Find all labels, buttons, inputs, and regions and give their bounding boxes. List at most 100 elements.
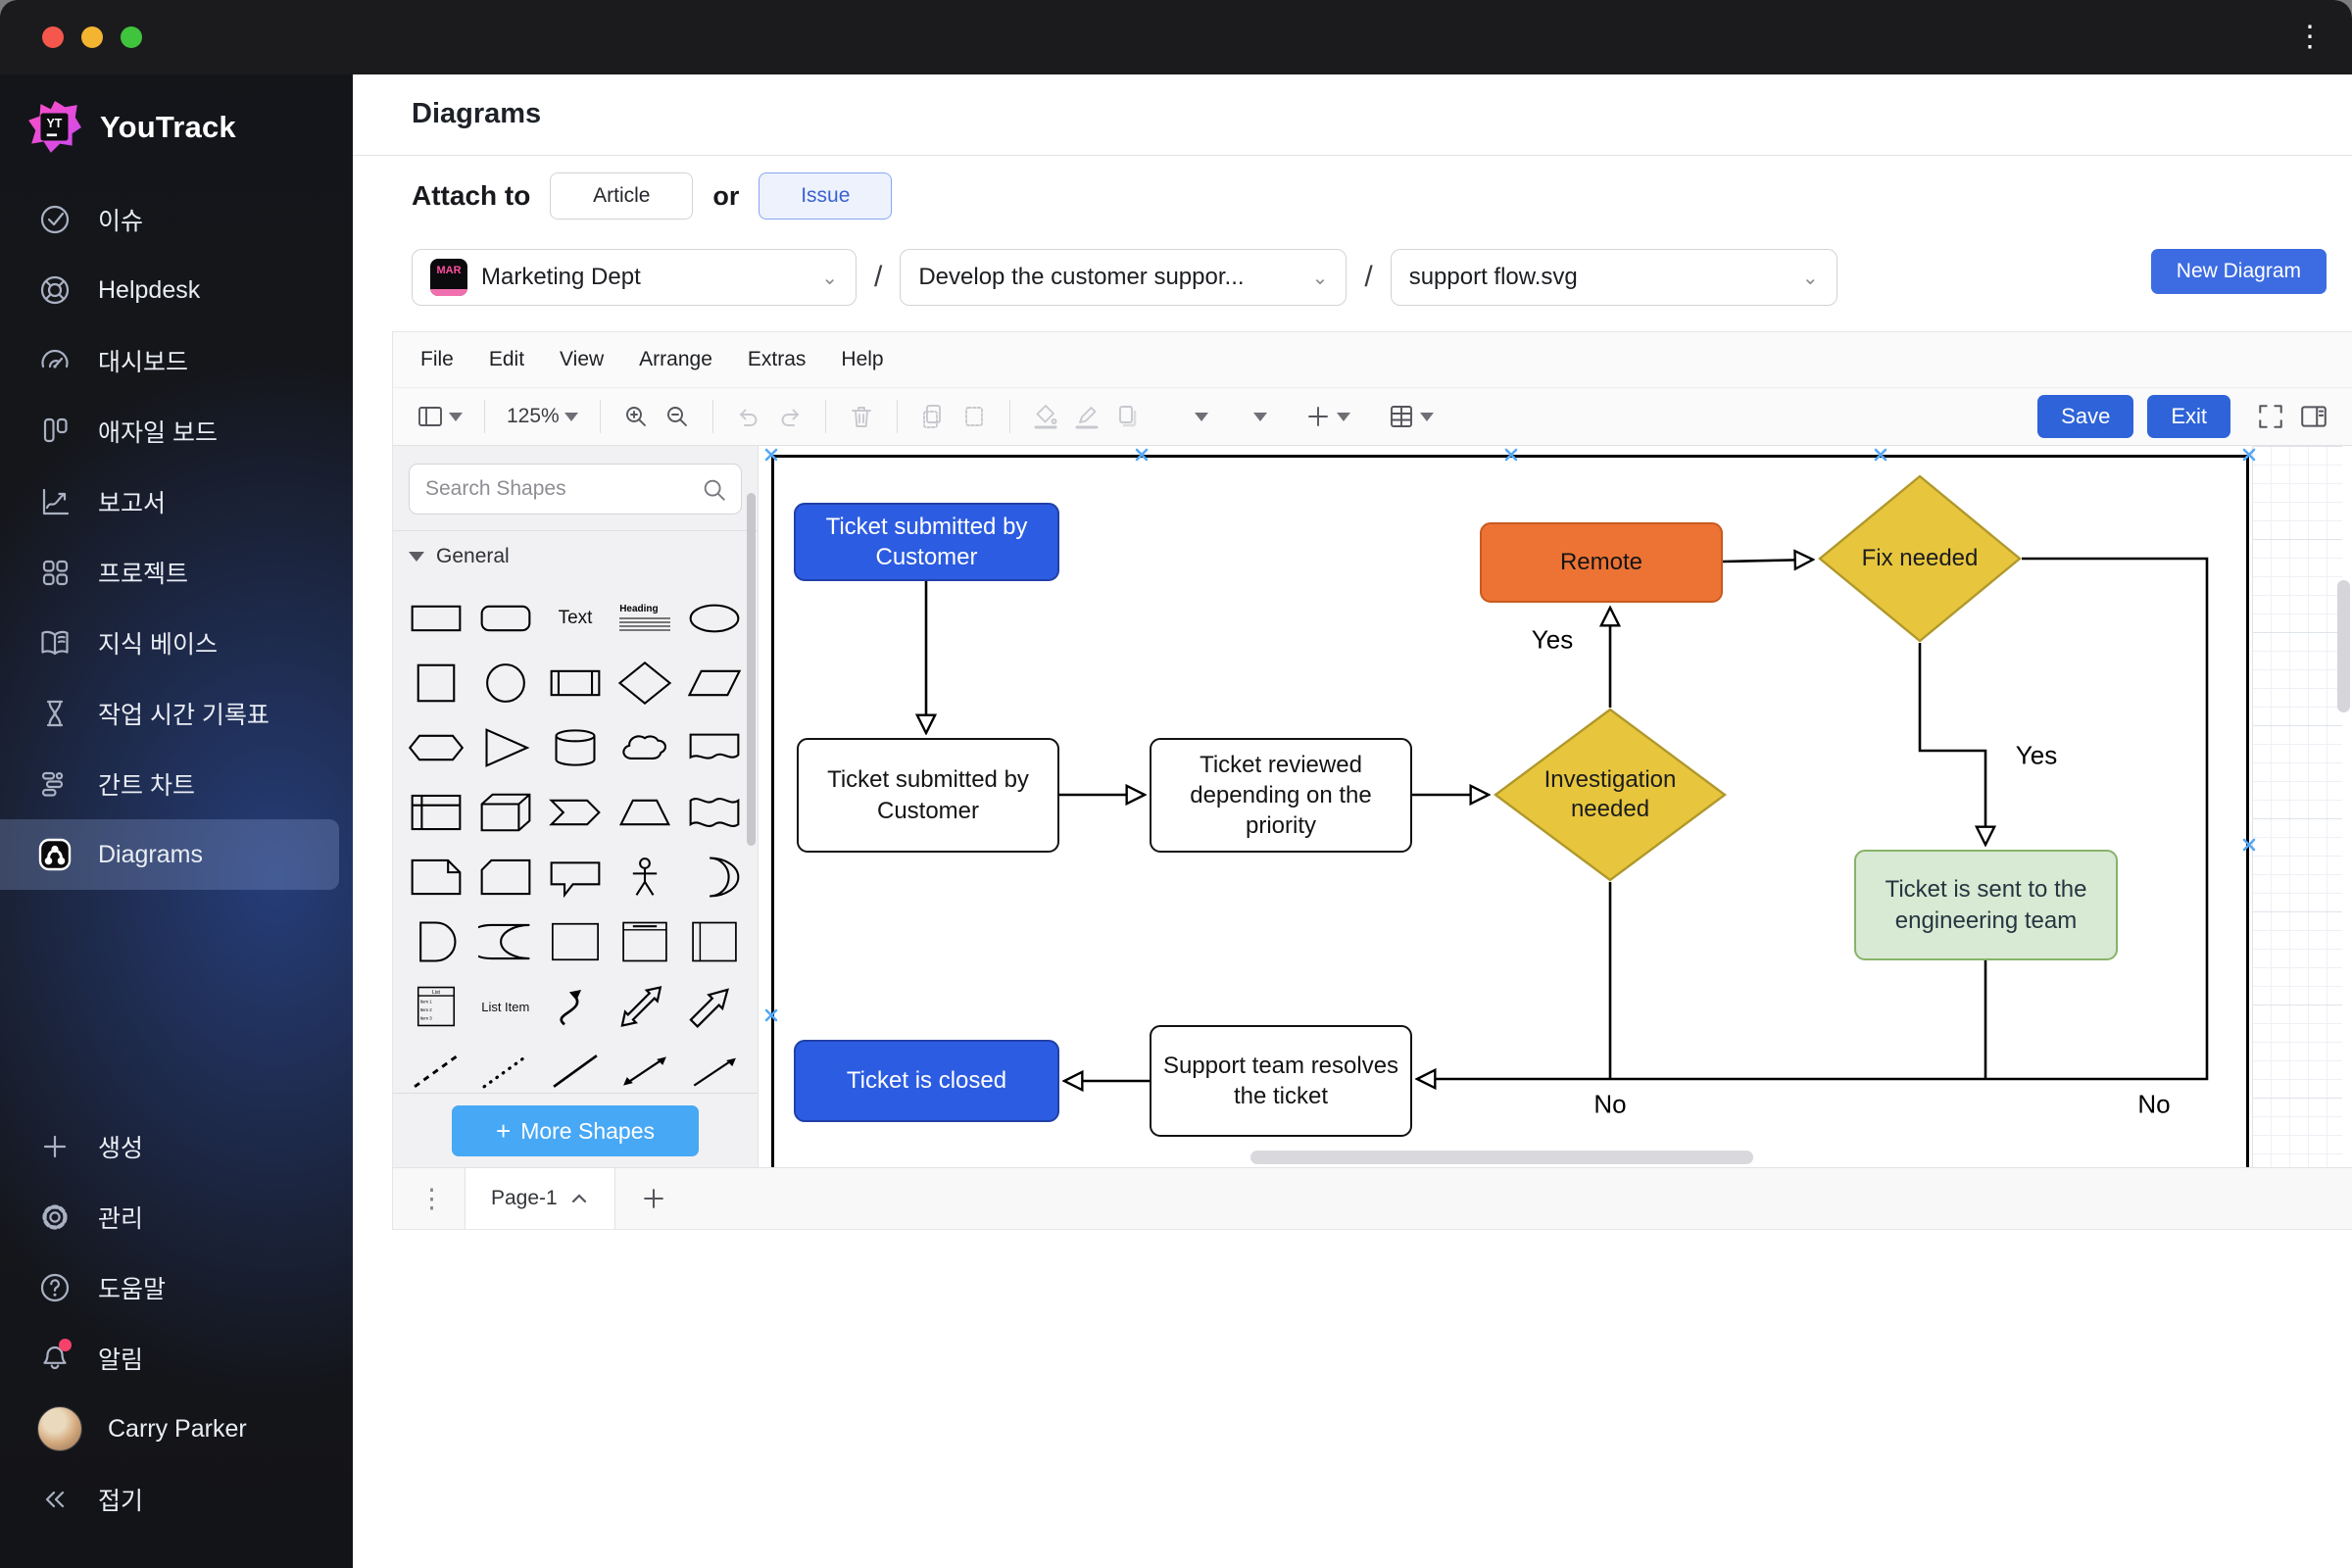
sidebar-item-gantt[interactable]: 간트 차트: [0, 749, 339, 819]
sidebar-item-collapse[interactable]: 접기: [0, 1464, 339, 1535]
delete-button[interactable]: [848, 403, 875, 430]
flowchart-node-closed[interactable]: Ticket is closed: [794, 1040, 1059, 1122]
zoom-out-button[interactable]: [663, 403, 691, 430]
shape-card[interactable]: [470, 845, 540, 909]
flowchart-node-start[interactable]: Ticket submitted by Customer: [794, 503, 1059, 581]
flowchart-edge[interactable]: [1723, 560, 1813, 562]
file-select[interactable]: support flow.svg ⌄: [1391, 249, 1838, 306]
flowchart-node-fix[interactable]: Fix needed: [1818, 474, 2022, 643]
shape-cylinder[interactable]: [540, 715, 610, 780]
issue-select[interactable]: Develop the customer suppor... ⌄: [900, 249, 1347, 306]
sidebar-item-lifebuoy[interactable]: Helpdesk: [0, 255, 339, 325]
attach-article-button[interactable]: Article: [550, 172, 693, 220]
pages-menu-icon[interactable]: ⋮: [393, 1184, 465, 1214]
redo-button[interactable]: [776, 403, 804, 430]
shape-list[interactable]: [401, 974, 470, 1039]
toggle-panel-button[interactable]: [416, 403, 463, 430]
flowchart-node-engineering[interactable]: Ticket is sent to the engineering team: [1854, 850, 2118, 960]
sidebar-item-book[interactable]: 지식 베이스: [0, 608, 339, 678]
shape-heading[interactable]: Heading: [611, 586, 680, 651]
menu-arrange[interactable]: Arrange: [639, 348, 712, 371]
shape-process[interactable]: [540, 651, 610, 715]
shape-cube[interactable]: [470, 780, 540, 845]
shape-and[interactable]: [401, 909, 470, 974]
shape-actor[interactable]: [611, 845, 680, 909]
sidebar-item-gear[interactable]: 관리: [0, 1182, 339, 1252]
project-select[interactable]: MAR Marketing Dept ⌄: [412, 249, 857, 306]
diagram-canvas[interactable]: Ticket submitted by Customer Ticket submi…: [759, 446, 2352, 1168]
shapes-panel-scrollbar[interactable]: [747, 493, 756, 846]
vertical-scrollbar[interactable]: [2337, 580, 2350, 712]
fill-style-dropdown[interactable]: [1195, 413, 1208, 421]
shape-data-storage[interactable]: [470, 909, 540, 974]
search-shapes-input[interactable]: [409, 464, 742, 514]
shape-step[interactable]: [540, 780, 610, 845]
sidebar-item-gauge[interactable]: 대시보드: [0, 325, 339, 396]
menu-help[interactable]: Help: [841, 348, 883, 371]
zoom-in-button[interactable]: [622, 403, 650, 430]
insert-button[interactable]: [1304, 403, 1350, 430]
sidebar-item-grid[interactable]: 프로젝트: [0, 537, 339, 608]
menu-extras[interactable]: Extras: [748, 348, 807, 371]
menu-view[interactable]: View: [560, 348, 604, 371]
shapes-section-general[interactable]: General: [393, 530, 758, 582]
sidebar-item-bell[interactable]: 알림: [0, 1323, 339, 1394]
horizontal-scrollbar[interactable]: [1250, 1151, 1753, 1164]
flowchart-node-submitted[interactable]: Ticket submitted by Customer: [797, 738, 1059, 853]
shape-rounded-rectangle[interactable]: [470, 586, 540, 651]
shape-rectangle[interactable]: [401, 586, 470, 651]
save-button[interactable]: Save: [2037, 395, 2133, 438]
shape-cloud[interactable]: [611, 715, 680, 780]
shape-parallelogram[interactable]: [680, 651, 750, 715]
shape-or[interactable]: [680, 845, 750, 909]
sidebar-item-check-circle[interactable]: 이슈: [0, 184, 339, 255]
shape-ellipse[interactable]: [680, 586, 750, 651]
undo-button[interactable]: [735, 403, 762, 430]
shape-callout[interactable]: [540, 845, 610, 909]
shape-diamond[interactable]: [611, 651, 680, 715]
flowchart-node-investigation[interactable]: Investigation needed: [1494, 708, 1727, 882]
shape-arrow[interactable]: [680, 974, 750, 1039]
sidebar-item-help[interactable]: 도움말: [0, 1252, 339, 1323]
fill-color-button[interactable]: [1032, 403, 1059, 430]
sidebar-item-avatar[interactable]: Carry Parker: [0, 1394, 339, 1464]
shape-curve[interactable]: [540, 974, 610, 1039]
shape-list-item[interactable]: List Item: [470, 974, 540, 1039]
selection-handle[interactable]: [762, 1006, 780, 1024]
exit-button[interactable]: Exit: [2147, 395, 2230, 438]
selection-handle[interactable]: [762, 446, 780, 464]
menu-file[interactable]: File: [420, 348, 454, 371]
shape-note[interactable]: [401, 845, 470, 909]
selection-handle[interactable]: [1133, 446, 1151, 464]
paste-button[interactable]: [960, 403, 988, 430]
zoom-window-button[interactable]: [121, 26, 142, 48]
shape-vertical-container[interactable]: [611, 909, 680, 974]
format-panel-button[interactable]: [2299, 402, 2328, 431]
table-button[interactable]: [1388, 403, 1434, 430]
youtrack-logo[interactable]: YT YouTrack: [0, 74, 353, 184]
line-style-dropdown[interactable]: [1253, 413, 1267, 421]
minimize-window-button[interactable]: [81, 26, 103, 48]
shape-tape[interactable]: [680, 780, 750, 845]
shape-document[interactable]: [680, 715, 750, 780]
browser-menu-icon[interactable]: ⋮: [2295, 18, 2325, 57]
close-window-button[interactable]: [42, 26, 64, 48]
fullscreen-button[interactable]: [2256, 402, 2285, 431]
shape-internal-storage[interactable]: [401, 780, 470, 845]
shape-text[interactable]: Text: [540, 586, 610, 651]
shape-bidirectional-arrow[interactable]: [611, 974, 680, 1039]
copy-button[interactable]: [919, 403, 947, 430]
selection-handle[interactable]: [2240, 836, 2258, 854]
shape-container[interactable]: [540, 909, 610, 974]
shape-hexagon[interactable]: [401, 715, 470, 780]
sidebar-item-diagrams[interactable]: Diagrams: [0, 819, 339, 890]
zoom-level-button[interactable]: 125%: [507, 405, 578, 428]
attach-issue-button[interactable]: Issue: [759, 172, 892, 220]
selection-handle[interactable]: [1502, 446, 1520, 464]
add-page-button[interactable]: [615, 1184, 692, 1213]
flowchart-edge[interactable]: [1920, 643, 1985, 845]
sidebar-item-chart[interactable]: 보고서: [0, 466, 339, 537]
shape-square[interactable]: [401, 651, 470, 715]
shape-trapezoid[interactable]: [611, 780, 680, 845]
selection-handle[interactable]: [1872, 446, 1889, 464]
